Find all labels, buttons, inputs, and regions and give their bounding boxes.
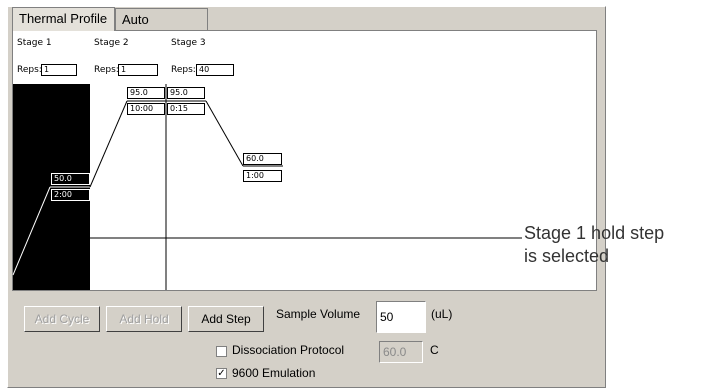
stage-2-temp-field[interactable]: 95.0 xyxy=(127,87,165,99)
emulation-label: 9600 Emulation xyxy=(232,366,316,380)
emulation-checkbox[interactable]: ✓ xyxy=(216,368,227,379)
stage-2-time-field[interactable]: 10:00 xyxy=(127,103,165,115)
sample-volume-input[interactable]: 50 xyxy=(376,301,426,333)
stage-3-step2-time-field[interactable]: 1:00 xyxy=(243,170,282,182)
stage-1-temp-field[interactable]: 50.0 xyxy=(51,173,90,185)
annotation-line-2: is selected xyxy=(524,246,610,266)
tab-thermal-profile[interactable]: Thermal Profile xyxy=(12,7,115,31)
stage-3-step1-time-field[interactable]: 0:15 xyxy=(167,103,205,115)
stage-1-time-field[interactable]: 2:00 xyxy=(51,189,90,201)
dissociation-protocol-checkbox[interactable] xyxy=(216,346,227,357)
add-hold-button[interactable]: Add Hold xyxy=(106,306,182,332)
add-cycle-button[interactable]: Add Cycle xyxy=(24,306,100,332)
dissociation-temp-unit: C xyxy=(430,343,439,357)
add-step-button[interactable]: Add Step xyxy=(188,306,264,332)
sample-volume-label: Sample Volume xyxy=(276,307,361,321)
dissociation-protocol-label: Dissociation Protocol xyxy=(232,343,345,357)
stage-3-step2-temp-field[interactable]: 60.0 xyxy=(243,153,282,165)
dissociation-temp-input[interactable]: 60.0 xyxy=(379,341,423,363)
annotation-line-1: Stage 1 hold step xyxy=(524,223,665,243)
stage-3-step1-temp-field[interactable]: 95.0 xyxy=(167,87,205,99)
sample-volume-unit: (uL) xyxy=(431,307,453,321)
